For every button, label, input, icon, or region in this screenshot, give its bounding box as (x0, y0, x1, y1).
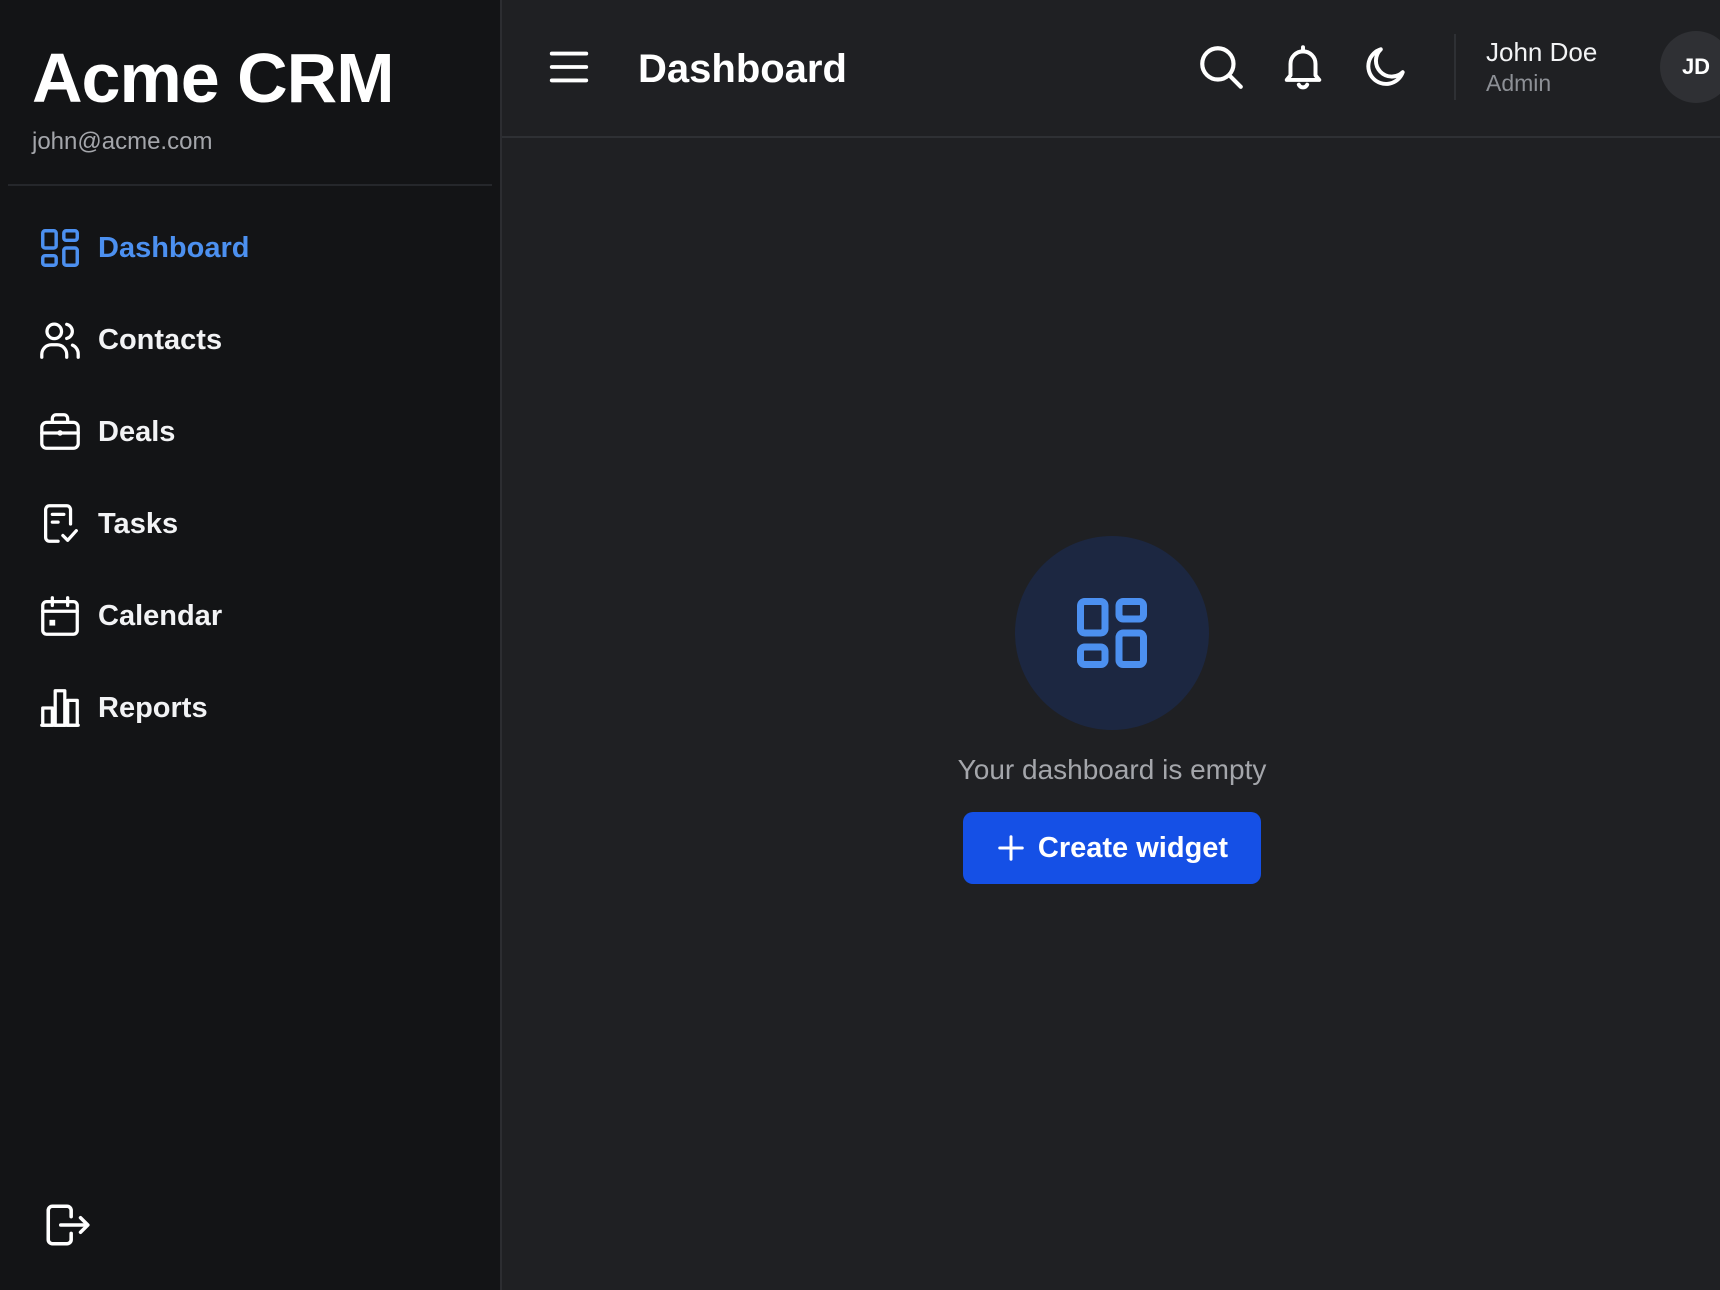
menu-button[interactable] (546, 44, 592, 90)
moon-icon (1366, 47, 1405, 86)
account-email: john@acme.com (32, 128, 213, 155)
logout-button[interactable] (40, 1198, 94, 1252)
empty-state-message: Your dashboard is empty (957, 754, 1267, 785)
page-title: Dashboard (638, 47, 847, 91)
menu-icon (549, 51, 589, 83)
dashboard-icon (36, 224, 84, 272)
create-widget-button[interactable]: Create widget (963, 812, 1261, 884)
users-icon (36, 316, 84, 364)
calendar-icon (36, 592, 84, 640)
sidebar-item-label: Tasks (98, 507, 179, 540)
sidebar-item-label: Calendar (98, 599, 223, 632)
theme-toggle-button[interactable] (1358, 40, 1412, 94)
sidebar-item-deals[interactable]: Deals (0, 386, 500, 478)
empty-state-illustration (1015, 536, 1209, 730)
dashboard-icon (1077, 598, 1147, 668)
sidebar-item-label: Dashboard (98, 231, 250, 264)
sidebar-item-label: Reports (98, 691, 208, 724)
plus-icon (996, 833, 1026, 863)
top-bar: Dashboard John Doe Admin JD (502, 0, 1720, 138)
topbar-divider (1454, 34, 1456, 100)
brand: Acme CRM john@acme.com (32, 38, 395, 156)
sidebar-nav: Dashboard Contacts Deals Tasks Calendar … (0, 202, 500, 754)
app-window: Acme CRM john@acme.com Dashboard Contact… (0, 0, 1720, 1290)
brand-title: Acme CRM (32, 39, 395, 117)
sidebar-item-label: Contacts (98, 323, 223, 356)
create-widget-label: Create widget (1037, 831, 1229, 864)
user-name: John Doe (1486, 37, 1598, 67)
sidebar-item-dashboard[interactable]: Dashboard (0, 202, 500, 294)
bar-chart-icon (36, 684, 84, 732)
user-menu[interactable]: John Doe Admin (1486, 36, 1597, 98)
notifications-button[interactable] (1276, 40, 1330, 94)
avatar[interactable]: JD (1660, 31, 1720, 103)
bell-icon (1284, 45, 1322, 90)
search-icon (1200, 46, 1243, 89)
search-button[interactable] (1194, 40, 1248, 94)
sidebar: Acme CRM john@acme.com Dashboard Contact… (0, 0, 502, 1290)
sidebar-item-reports[interactable]: Reports (0, 662, 500, 754)
clipboard-check-icon (36, 500, 84, 548)
sidebar-item-contacts[interactable]: Contacts (0, 294, 500, 386)
briefcase-icon (36, 408, 84, 456)
user-role: Admin (1486, 70, 1552, 96)
sidebar-item-label: Deals (98, 415, 176, 448)
logout-icon (46, 1204, 90, 1246)
sidebar-item-calendar[interactable]: Calendar (0, 570, 500, 662)
main-content: Dashboard John Doe Admin JD Your dashboa… (502, 0, 1720, 1290)
sidebar-divider (8, 184, 492, 186)
sidebar-item-tasks[interactable]: Tasks (0, 478, 500, 570)
